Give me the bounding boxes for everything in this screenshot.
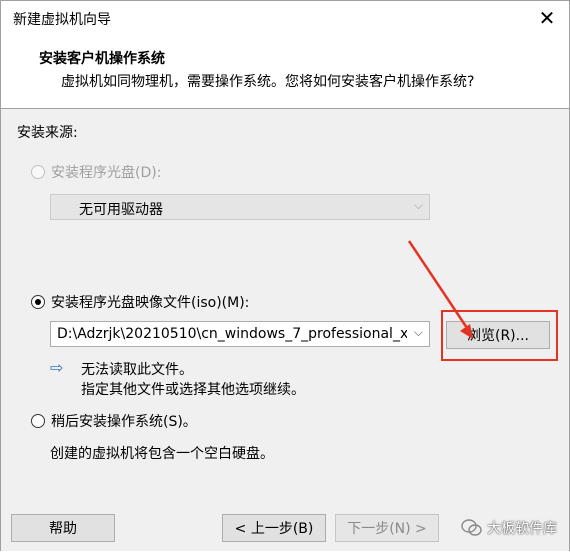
later-radio[interactable] [31,414,45,428]
warning-line-1: 无法读取此文件。 [81,362,193,378]
watermark: 大板软件库 [461,518,557,538]
iso-radio-label: 安装程序光盘映像文件(iso)(M): [51,295,250,311]
disc-drive-select[interactable]: 无可用驱动器 ⌵ [50,194,430,220]
info-arrow-icon: ⇨ [50,358,64,377]
back-button[interactable]: < 上一步(B) [222,514,326,542]
page-subtitle: 虚拟机如同物理机，需要操作系统。您将如何安装客户机操作系统? [61,74,475,90]
browse-button[interactable]: 浏览(R)... [446,321,550,349]
window-title: 新建虚拟机向导 [13,12,111,28]
later-description: 创建的虚拟机将包含一个空白硬盘。 [50,446,274,462]
page-title: 安装客户机操作系统 [39,51,165,67]
watermark-text: 大板软件库 [487,521,557,537]
later-radio-label: 稍后安装操作系统(S)。 [51,414,197,430]
install-source-label: 安装来源: [17,125,78,141]
disc-drive-value: 无可用驱动器 [79,202,163,218]
iso-path-input[interactable]: D:\Adzrjk\20210510\cn_windows_7_professi… [50,321,430,347]
title-bar: 新建虚拟机向导 ✕ [1,1,569,35]
close-icon: ✕ [538,6,556,30]
disc-radio-label: 安装程序光盘(D): [51,165,162,181]
warning-line-2: 指定其他文件或选择其他选项继续。 [81,382,305,398]
iso-path-value: D:\Adzrjk\20210510\cn_windows_7_professi… [57,326,407,342]
wizard-header: 安装客户机操作系统 虚拟机如同物理机，需要操作系统。您将如何安装客户机操作系统? [1,35,569,109]
chevron-down-icon: ⌵ [413,325,423,339]
help-button[interactable]: 帮助 [11,514,115,542]
close-button[interactable]: ✕ [525,1,569,35]
chevron-down-icon: ⌵ [413,198,423,212]
new-vm-wizard-window: 新建虚拟机向导 ✕ 安装客户机操作系统 虚拟机如同物理机，需要操作系统。您将如何… [0,0,570,551]
wechat-icon [461,519,482,536]
disc-radio[interactable] [31,165,45,179]
iso-radio[interactable] [31,295,45,309]
next-button[interactable]: 下一步(N) > [335,514,439,542]
